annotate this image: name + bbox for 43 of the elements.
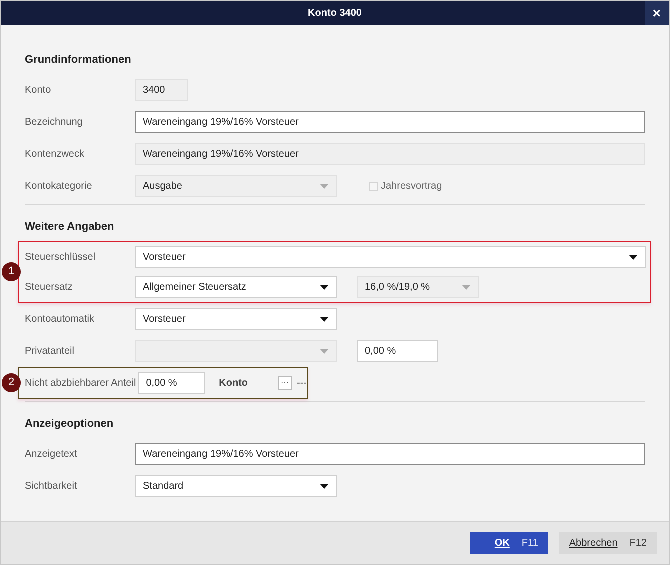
caret-icon <box>320 316 329 322</box>
caret-icon <box>462 284 471 290</box>
section-title: Weitere Angaben <box>25 220 116 235</box>
window-title: Konto 3400 <box>308 6 362 20</box>
input-field: 3400 <box>135 79 188 101</box>
ok-button[interactable]: OK F11 <box>470 532 548 554</box>
field-label: Konto <box>25 84 52 98</box>
field-label: Steuerschlüssel <box>25 250 97 264</box>
section-title: Grundinformationen <box>25 53 132 68</box>
caret-icon <box>320 184 329 188</box>
input-field[interactable]: 0,00 % <box>357 340 438 362</box>
dropdown[interactable]: Standard <box>135 475 337 497</box>
field-label: Privatanteil <box>25 344 76 358</box>
field-label: Anzeigetext <box>25 448 78 462</box>
caret-icon <box>320 284 329 290</box>
callout-number: 1 <box>2 262 21 282</box>
dropdown[interactable]: Vorsteuer <box>135 246 646 268</box>
dropdown[interactable]: Vorsteuer <box>135 308 337 330</box>
checkbox-label: Jahresvortrag <box>381 180 442 194</box>
input-field[interactable]: Wareneingang 19%/16% Vorsteuer <box>135 443 645 465</box>
cancel-button[interactable]: Abbrechen F12 <box>559 532 657 554</box>
input-field[interactable]: Wareneingang 19%/16% Vorsteuer <box>135 111 645 133</box>
field-label: Kontenzweck <box>25 148 86 162</box>
field-label: Bezeichnung <box>25 116 84 130</box>
field-label: Konto <box>219 376 248 390</box>
dropdown[interactable]: Allgemeiner Steuersatz <box>135 276 337 298</box>
input-field: Wareneingang 19%/16% Vorsteuer <box>135 143 645 165</box>
close-button[interactable]: × <box>645 1 669 25</box>
caret-icon <box>629 254 638 260</box>
dropdown: Ausgabe <box>135 175 337 197</box>
field-label: Sichtbarkeit <box>25 480 78 494</box>
caret-icon <box>320 484 329 488</box>
section-title: Anzeigeoptionen <box>25 417 115 432</box>
field-label: Kontoautomatik <box>25 312 96 326</box>
account-value: --- <box>297 376 307 390</box>
field-label: Kontokategorie <box>25 180 94 194</box>
caret-icon <box>320 348 329 354</box>
dropdown: 16,0 %/19,0 % <box>357 276 479 298</box>
callout-number: 2 <box>2 374 21 392</box>
field-label: Steuersatz <box>25 280 74 294</box>
field-label: Nicht abzbiehbarer Anteil <box>25 376 138 390</box>
browse-button[interactable]: ··· <box>278 376 292 390</box>
input-field[interactable]: 0,00 % <box>138 372 206 394</box>
